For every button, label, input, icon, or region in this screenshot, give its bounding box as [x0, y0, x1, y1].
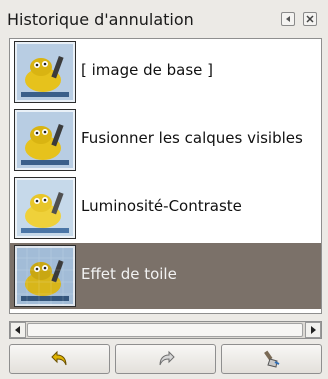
panel-title: Historique d'annulation — [7, 10, 194, 29]
clear-history-button[interactable] — [221, 344, 322, 374]
history-item-label: [ image de base ] — [81, 61, 214, 79]
history-thumbnail — [14, 245, 76, 307]
history-item-label: Fusionner les calques visibles — [81, 129, 303, 147]
history-item[interactable]: [ image de base ] — [10, 39, 321, 105]
action-bar — [9, 344, 322, 374]
arrow-left-icon[interactable] — [10, 322, 26, 338]
horizontal-scrollbar[interactable] — [9, 321, 322, 339]
undo-button[interactable] — [9, 344, 110, 374]
history-item-selected[interactable]: Effet de toile — [10, 243, 321, 309]
panel-header: Historique d'annulation — [0, 0, 328, 38]
close-icon[interactable] — [303, 12, 317, 26]
arrow-right-icon[interactable] — [305, 322, 321, 338]
undo-icon — [50, 350, 66, 366]
history-thumbnail — [14, 109, 76, 171]
history-item[interactable]: Fusionner les calques visibles — [10, 107, 321, 173]
history-thumbnail — [14, 41, 76, 103]
redo-button[interactable] — [115, 344, 216, 374]
history-list: [ image de base ] Fusionner les calques … — [9, 38, 322, 314]
redo-icon — [159, 350, 175, 366]
history-item-label: Luminosité-Contraste — [81, 197, 242, 215]
undo-history-panel: Historique d'annulation [ image de base … — [0, 0, 328, 379]
scrollbar-thumb[interactable] — [27, 323, 303, 337]
history-item-label: Effet de toile — [81, 265, 177, 283]
history-thumbnail — [14, 177, 76, 239]
history-item[interactable]: Luminosité-Contraste — [10, 175, 321, 241]
clear-history-brush-icon — [263, 350, 279, 368]
tab-menu-icon[interactable] — [281, 12, 295, 26]
